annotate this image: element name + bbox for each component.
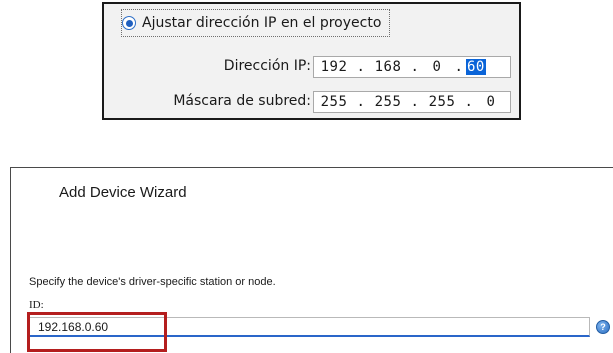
mask-octet-4[interactable]: 0 (476, 94, 506, 110)
device-id-input[interactable]: 192.168.0.60 (29, 317, 590, 337)
add-device-wizard-panel: Add Device Wizard Specify the device's d… (10, 167, 613, 353)
mask-separator: . (356, 94, 366, 110)
ip-octet-1[interactable]: 192 (314, 59, 354, 75)
ip-address-label: Dirección IP: (223, 58, 311, 74)
subnet-mask-field[interactable]: 255 . 255 . 255 . 0 (313, 91, 511, 113)
ip-separator: . (454, 59, 464, 75)
wizard-instructions: Specify the device's driver-specific sta… (29, 276, 276, 288)
mask-separator: . (464, 94, 474, 110)
ip-separator: . (356, 59, 366, 75)
ip-octet-2[interactable]: 168 (368, 59, 408, 75)
mask-separator: . (410, 94, 420, 110)
subnet-mask-label: Máscara de subred: (173, 93, 311, 109)
mask-octet-2[interactable]: 255 (368, 94, 408, 110)
radio-label: Ajustar dirección IP en el proyecto (142, 15, 382, 31)
mask-octet-3[interactable]: 255 (422, 94, 462, 110)
mask-octet-1[interactable]: 255 (314, 94, 354, 110)
ip-octet-3[interactable]: 0 (422, 59, 452, 75)
help-icon[interactable]: ? (596, 320, 610, 334)
device-id-label: ID: (29, 299, 44, 311)
set-ip-in-project-option[interactable]: Ajustar dirección IP en el proyecto (120, 9, 391, 37)
ip-separator: . (410, 59, 420, 75)
ip-octet-4[interactable]: 60 (466, 59, 486, 75)
ip-address-field[interactable]: 192 . 168 . 0 . 60 (313, 56, 511, 78)
ip-settings-panel: Ajustar dirección IP en el proyecto Dire… (102, 2, 521, 120)
radio-selected-dot (125, 19, 133, 27)
radio-button-icon[interactable] (122, 16, 136, 30)
wizard-title: Add Device Wizard (59, 184, 187, 201)
